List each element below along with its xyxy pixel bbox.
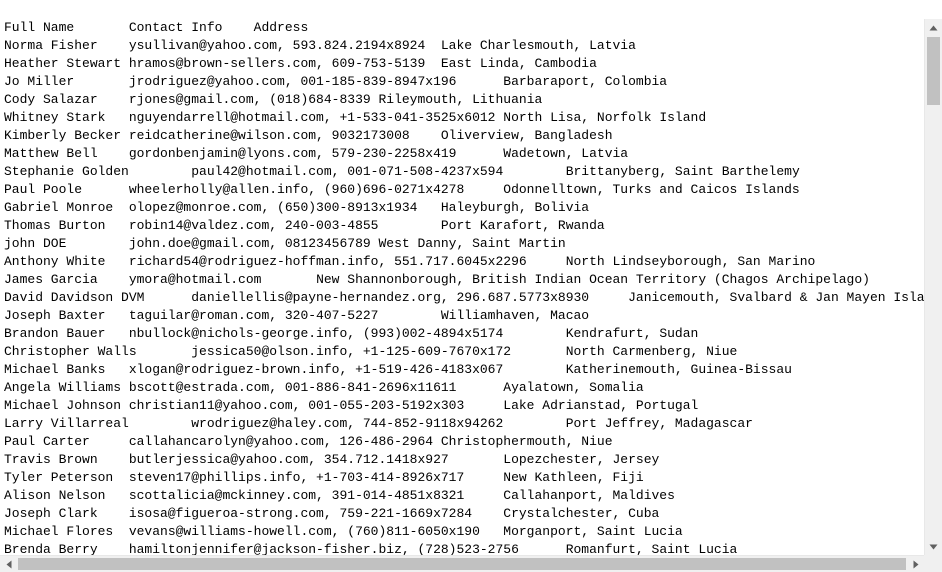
document-text[interactable]: Full Name Contact Info Address Norma Fish…	[0, 19, 924, 555]
text-line[interactable]: Tyler Peterson steven17@phillips.info, +…	[4, 469, 924, 487]
text-line[interactable]: Angela Williams bscott@estrada.com, 001-…	[4, 379, 924, 397]
menu-bar: File Edit Format View Help	[0, 0, 942, 33]
text-line[interactable]: Brandon Bauer nbullock@nichols-george.in…	[4, 325, 924, 343]
menu-help[interactable]: Help	[162, 2, 202, 33]
text-line[interactable]: Travis Brown butlerjessica@yahoo.com, 35…	[4, 451, 924, 469]
text-line[interactable]: Christopher Walls jessica50@olson.info, …	[4, 343, 924, 361]
text-line[interactable]: David Davidson DVM daniellellis@payne-he…	[4, 289, 924, 307]
text-line[interactable]: Whitney Stark nguyendarrell@hotmail.com,…	[4, 109, 924, 127]
scroll-down-button[interactable]	[925, 538, 942, 555]
text-line[interactable]: Brenda Berry hamiltonjennifer@jackson-fi…	[4, 541, 924, 555]
scroll-left-button[interactable]	[0, 556, 17, 572]
text-line[interactable]: Kimberly Becker reidcatherine@wilson.com…	[4, 127, 924, 145]
vertical-scrollbar[interactable]	[924, 19, 942, 555]
text-line[interactable]: Heather Stewart hramos@brown-sellers.com…	[4, 55, 924, 73]
triangle-left-icon	[6, 560, 11, 568]
text-line[interactable]: Matthew Bell gordonbenjamin@lyons.com, 5…	[4, 145, 924, 163]
menu-file[interactable]: File	[4, 2, 39, 33]
text-line[interactable]: Anthony White richard54@rodriguez-hoffma…	[4, 253, 924, 271]
text-line[interactable]: Michael Johnson christian11@yahoo.com, 0…	[4, 397, 924, 415]
menu-format[interactable]: Format	[71, 2, 124, 33]
triangle-right-icon	[913, 560, 918, 568]
text-line[interactable]: Norma Fisher ysullivan@yahoo.com, 593.82…	[4, 37, 924, 55]
text-line[interactable]: Joseph Clark isosa@figueroa-strong.com, …	[4, 505, 924, 523]
text-line[interactable]: Larry Villarreal wrodriguez@haley.com, 7…	[4, 415, 924, 433]
text-line[interactable]: Michael Flores vevans@williams-howell.co…	[4, 523, 924, 541]
menu-edit[interactable]: Edit	[37, 2, 73, 33]
scrollbar-corner	[924, 555, 942, 572]
text-line[interactable]: Cody Salazar rjones@gmail.com, (018)684-…	[4, 91, 924, 109]
scroll-right-button[interactable]	[907, 556, 924, 572]
scroll-up-button[interactable]	[925, 19, 942, 36]
text-line[interactable]: Thomas Burton robin14@valdez.com, 240-00…	[4, 217, 924, 235]
text-line[interactable]: Stephanie Golden paul42@hotmail.com, 001…	[4, 163, 924, 181]
text-line[interactable]: Paul Carter callahancarolyn@yahoo.com, 1…	[4, 433, 924, 451]
text-editor[interactable]: Full Name Contact Info Address Norma Fish…	[0, 19, 924, 555]
horizontal-scroll-thumb[interactable]	[18, 558, 906, 570]
text-line[interactable]: Michael Banks xlogan@rodriguez-brown.inf…	[4, 361, 924, 379]
text-line[interactable]: john DOE john.doe@gmail.com, 08123456789…	[4, 235, 924, 253]
triangle-up-icon	[929, 25, 938, 30]
text-line[interactable]: Paul Poole wheelerholly@allen.info, (960…	[4, 181, 924, 199]
horizontal-scrollbar[interactable]	[0, 555, 924, 572]
text-line[interactable]: Alison Nelson scottalicia@mckinney.com, …	[4, 487, 924, 505]
text-line[interactable]: Jo Miller jrodriguez@yahoo.com, 001-185-…	[4, 73, 924, 91]
text-line[interactable]: James Garcia ymora@hotmail.com New Shann…	[4, 271, 924, 289]
text-line[interactable]: Gabriel Monroe olopez@monroe.com, (650)3…	[4, 199, 924, 217]
menu-view[interactable]: View	[123, 2, 164, 33]
text-line[interactable]: Full Name Contact Info Address	[4, 19, 924, 37]
text-line[interactable]: Joseph Baxter taguilar@roman.com, 320-40…	[4, 307, 924, 325]
vertical-scroll-thumb[interactable]	[927, 37, 940, 105]
triangle-down-icon	[929, 544, 938, 549]
